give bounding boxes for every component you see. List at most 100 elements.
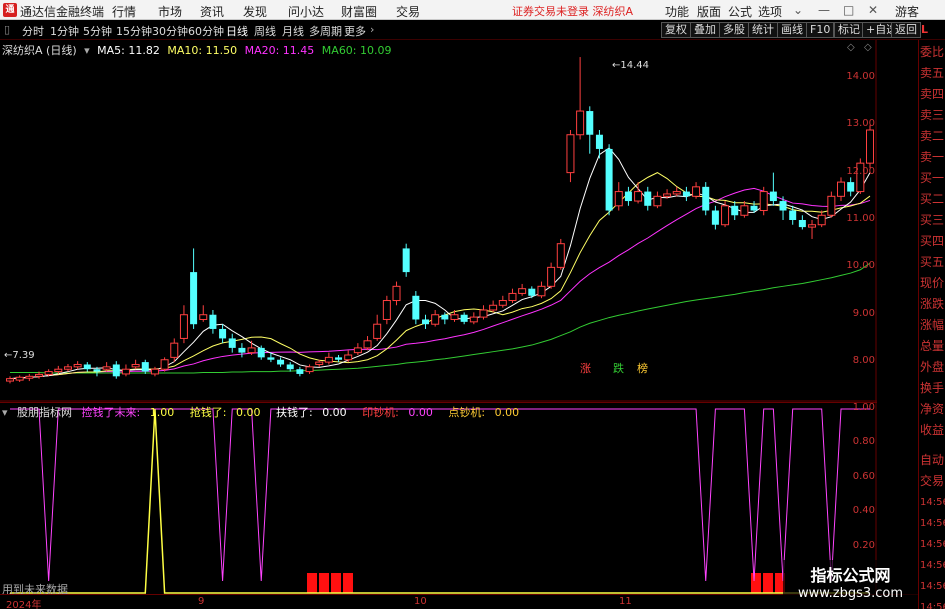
candle-body[interactable] <box>179 314 188 339</box>
sidebar-item[interactable]: 换手 <box>920 378 945 399</box>
tab-period-1min[interactable]: 1分钟 <box>50 23 79 39</box>
menu-news[interactable]: 资讯 <box>200 3 224 20</box>
sidebar-item[interactable]: 14:56 <box>920 513 945 534</box>
ma-settings-icon[interactable]: ▾ <box>84 44 90 57</box>
multi-stock-button[interactable]: 多股 <box>719 22 749 38</box>
candle-body[interactable] <box>537 285 546 297</box>
sidebar-item[interactable]: 14:56 <box>920 492 945 513</box>
candle-body[interactable] <box>866 129 874 164</box>
marker-up[interactable]: 涨 <box>580 360 591 376</box>
menu-layout[interactable]: 版面 <box>697 3 721 20</box>
candle-body[interactable] <box>344 354 353 361</box>
candle-body[interactable] <box>721 205 730 226</box>
tab-period-30min[interactable]: 30分钟 <box>152 23 188 39</box>
candle-body[interactable] <box>518 288 527 294</box>
tab-period-weekly[interactable]: 周线 <box>254 23 276 39</box>
candle-body[interactable] <box>73 363 82 368</box>
candle-body[interactable] <box>663 193 672 197</box>
candle-body[interactable] <box>653 195 662 207</box>
candle-body[interactable] <box>112 364 120 377</box>
candle-body[interactable] <box>431 314 440 325</box>
candle-body[interactable] <box>605 148 613 211</box>
dropdown-icon[interactable]: ⌄ <box>793 3 803 17</box>
candle-body[interactable] <box>382 300 391 320</box>
sidebar-item[interactable]: 14:56 <box>920 597 945 609</box>
restore-rights-button[interactable]: 复权 <box>661 22 691 38</box>
candle-body[interactable] <box>209 314 217 329</box>
sidebar-item[interactable]: 委比 <box>920 42 945 63</box>
chart-fullscreen-icon[interactable]: ◇ <box>864 42 872 53</box>
candle-body[interactable] <box>296 369 304 374</box>
candle-body[interactable] <box>25 375 34 379</box>
price-chart-svg[interactable] <box>0 40 877 402</box>
tab-period-more[interactable]: 更多 <box>344 23 366 39</box>
sidebar-item[interactable]: 卖五 <box>920 63 945 84</box>
candle-body[interactable] <box>556 243 565 268</box>
f10-button[interactable]: F10 <box>806 22 835 38</box>
candle-body[interactable] <box>247 347 256 354</box>
menu-ask[interactable]: 问小达 <box>288 3 324 20</box>
candle-body[interactable] <box>238 347 246 353</box>
candle-body[interactable] <box>595 134 603 149</box>
candle-body[interactable] <box>54 368 63 373</box>
candle-body[interactable] <box>817 214 826 226</box>
sidebar-item[interactable]: 外盘 <box>920 357 945 378</box>
sidebar-item[interactable]: 14:56 <box>920 534 945 555</box>
candle-body[interactable] <box>586 111 594 135</box>
candle-body[interactable] <box>682 191 690 197</box>
sidebar-item[interactable]: 净资 <box>920 399 945 420</box>
menu-wealth[interactable]: 财富圈 <box>341 3 377 20</box>
close-icon[interactable]: ✕ <box>868 3 878 17</box>
sidebar-item[interactable]: 交易 <box>920 471 945 492</box>
candle-body[interactable] <box>150 368 159 375</box>
menu-discover[interactable]: 发现 <box>243 3 267 20</box>
candle-body[interactable] <box>779 201 787 211</box>
sidebar-item[interactable]: 涨跌 <box>920 294 945 315</box>
price-chart-panel[interactable]: 深纺织A (日线) ▾ MA5: 11.82 MA10: 11.50 MA20:… <box>0 40 877 402</box>
candle-body[interactable] <box>750 205 758 211</box>
candle-body[interactable] <box>363 340 372 349</box>
chevron-right-icon[interactable]: › <box>370 23 374 36</box>
candle-body[interactable] <box>335 357 343 360</box>
candle-body[interactable] <box>644 191 652 206</box>
sidebar-item[interactable]: 卖四 <box>920 84 945 105</box>
candle-body[interactable] <box>412 295 420 320</box>
candle-body[interactable] <box>63 366 72 370</box>
statistics-button[interactable]: 统计 <box>748 22 778 38</box>
candle-body[interactable] <box>498 300 507 306</box>
candle-body[interactable] <box>402 248 410 273</box>
candle-body[interactable] <box>373 323 382 339</box>
candle-body[interactable] <box>422 319 430 325</box>
tab-period-daily[interactable]: 日线 <box>226 23 248 39</box>
candle-body[interactable] <box>789 210 797 220</box>
candle-body[interactable] <box>305 366 314 373</box>
candle-body[interactable] <box>315 361 324 365</box>
candle-body[interactable] <box>528 288 536 296</box>
sidebar-item[interactable]: 涨幅 <box>920 315 945 336</box>
sidebar-item[interactable]: 14:56 <box>920 555 945 576</box>
tab-period-multi[interactable]: 多周期 <box>309 23 342 39</box>
candle-body[interactable] <box>576 110 585 136</box>
tab-period-monthly[interactable]: 月线 <box>282 23 304 39</box>
candle-body[interactable] <box>614 191 623 207</box>
sidebar-item[interactable]: 自动 <box>920 450 945 471</box>
sidebar-item[interactable]: 买二 <box>920 189 945 210</box>
candle-body[interactable] <box>286 364 294 370</box>
candle-body[interactable] <box>731 205 739 216</box>
candle-body[interactable] <box>93 369 101 372</box>
candle-body[interactable] <box>711 210 719 225</box>
candle-body[interactable] <box>827 195 836 216</box>
candle-body[interactable] <box>702 186 710 211</box>
candle-body[interactable] <box>847 182 855 192</box>
candle-body[interactable] <box>740 205 749 216</box>
candle-body[interactable] <box>353 347 362 354</box>
candle-body[interactable] <box>257 347 265 358</box>
candle-body[interactable] <box>692 186 701 197</box>
candle-body[interactable] <box>469 316 478 323</box>
sidebar-item[interactable]: 买四 <box>920 231 945 252</box>
tab-period-fenshi[interactable]: 分时 <box>22 23 44 39</box>
candle-body[interactable] <box>267 357 275 360</box>
candle-body[interactable] <box>392 285 401 302</box>
sidebar-item[interactable]: 卖三 <box>920 105 945 126</box>
candle-body[interactable] <box>624 191 632 202</box>
